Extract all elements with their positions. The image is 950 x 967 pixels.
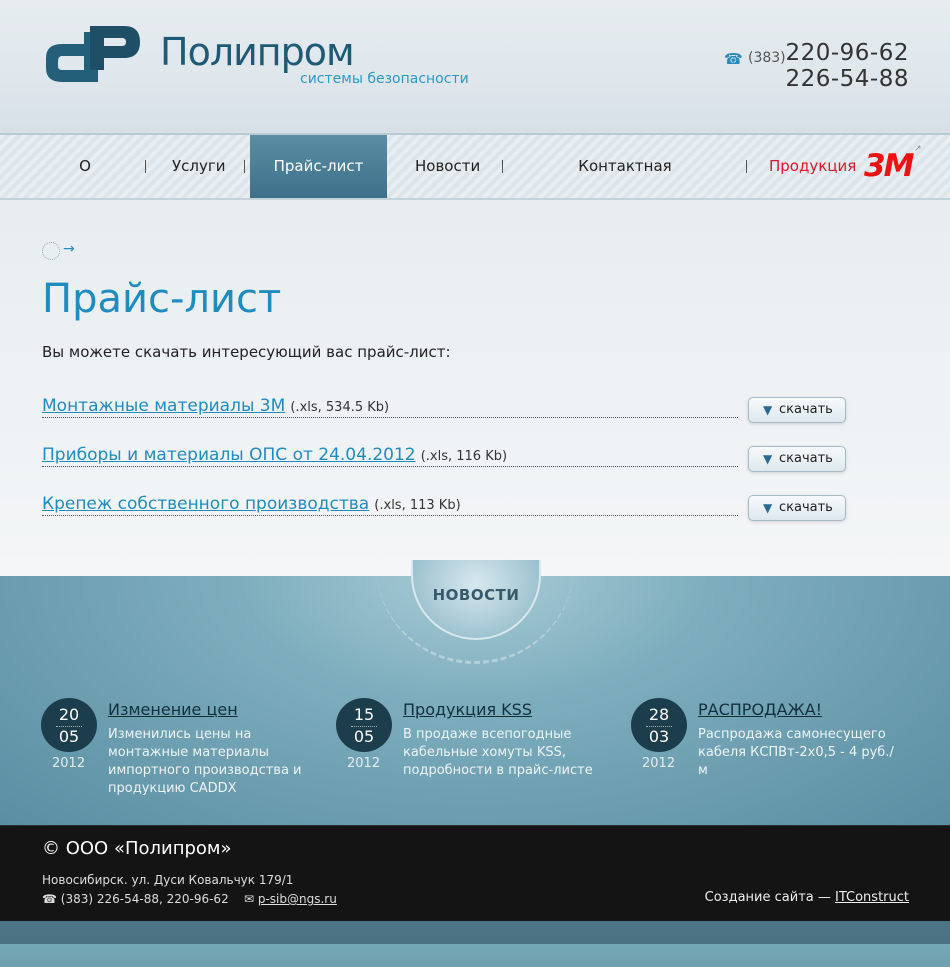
company-logo-icon[interactable]: [44, 24, 142, 84]
price-list-link[interactable]: Крепеж собственного производства: [42, 494, 369, 514]
external-arrow-icon: ↗: [914, 144, 922, 154]
phone-icon: ☎: [42, 892, 57, 906]
home-breadcrumb-icon[interactable]: [42, 242, 60, 260]
intro-text: Вы можете скачать интересующий вас прайс…: [42, 343, 451, 361]
news-date-day: 20: [58, 705, 80, 724]
news-date-month: 03: [646, 726, 672, 746]
news-text: В продаже всепогодные кабельные хомуты K…: [403, 727, 593, 778]
nav-item-news[interactable]: Новости: [415, 135, 480, 198]
news-date-month: 05: [56, 726, 82, 746]
company-tagline: системы безопасности: [300, 71, 469, 87]
news-date: 20 05: [41, 698, 97, 752]
page-title: Прайс-лист: [42, 276, 282, 322]
news-text: Распродажа самонесущего кабеля КСПВт-2х0…: [698, 727, 894, 778]
price-list-row: Приборы и материалы ОПС от 24.04.2012 (.…: [42, 445, 738, 467]
breadcrumb-arrow-icon: →: [63, 241, 75, 257]
main-nav: О компании Услуги Прайс-лист Новости Кон…: [0, 133, 950, 238]
nav-item-about[interactable]: О компании: [42, 135, 128, 238]
news-title[interactable]: Изменение цен: [108, 700, 238, 719]
download-button[interactable]: ▼ скачать: [748, 495, 846, 521]
nav-separator: [746, 160, 747, 173]
price-list-row: Крепеж собственного производства (.xls, …: [42, 494, 738, 516]
price-list-meta: (.xls, 116 Kb): [420, 449, 508, 464]
price-list-link[interactable]: Приборы и материалы ОПС от 24.04.2012: [42, 445, 416, 465]
news-date: 28 03: [631, 698, 687, 752]
download-button[interactable]: ▼ скачать: [748, 397, 846, 423]
news-date-year: 2012: [642, 756, 676, 771]
news-text: Изменились цены на монтажные материалы и…: [108, 727, 302, 796]
download-button[interactable]: ▼ скачать: [748, 446, 846, 472]
credit-link[interactable]: ITConstruct: [835, 890, 909, 905]
footer-contacts: ☎ (383) 226-54-88, 220-96-62 ✉ p-sib@ngs…: [42, 892, 337, 906]
phone-number-1: 220-96-62: [785, 40, 909, 66]
nav-separator: [145, 160, 146, 173]
nav-separator: [502, 160, 503, 173]
news-title[interactable]: РАСПРОДАЖА!: [698, 700, 822, 719]
news-date-month: 05: [351, 726, 377, 746]
price-list-row: Монтажные материалы 3М (.xls, 534.5 Kb): [42, 396, 738, 418]
news-date: 15 05: [336, 698, 392, 752]
phone-number-2: 226-54-88: [785, 66, 909, 92]
price-list-link[interactable]: Монтажные материалы 3М: [42, 396, 285, 416]
footer-email-link[interactable]: p-sib@ngs.ru: [258, 892, 337, 906]
nav-item-products[interactable]: Продукция: [769, 135, 856, 198]
news-date-year: 2012: [347, 756, 381, 771]
nav-item-contacts[interactable]: Контактная информация: [534, 135, 716, 238]
footer-phones: (383) 226-54-88, 220-96-62: [60, 892, 229, 906]
brand-3m-logo[interactable]: 3M: [864, 148, 914, 184]
copyright: © ООО «Полипром»: [42, 838, 232, 859]
nav-separator: [244, 160, 245, 173]
nav-item-services[interactable]: Услуги: [172, 135, 225, 198]
download-arrow-icon: ▼: [763, 501, 773, 515]
price-list-meta: (.xls, 534.5 Kb): [290, 400, 390, 415]
credit-prefix: Создание сайта —: [704, 890, 831, 905]
download-label: скачать: [779, 402, 833, 417]
download-label: скачать: [779, 500, 833, 515]
nav-item-price-list[interactable]: Прайс-лист: [250, 135, 387, 198]
site-credit: Создание сайта — ITConstruct: [705, 890, 909, 905]
phone-icon: ☎: [724, 50, 743, 68]
phone-code: (383): [748, 50, 786, 66]
bottom-strip: [0, 921, 950, 967]
address: Новосибирск. ул. Дуси Ковальчук 179/1: [42, 873, 294, 887]
download-arrow-icon: ▼: [763, 452, 773, 466]
download-label: скачать: [779, 451, 833, 466]
news-title[interactable]: Продукция KSS: [403, 700, 532, 719]
company-name[interactable]: Полипром: [160, 30, 355, 74]
price-list-meta: (.xls, 113 Kb): [374, 498, 461, 513]
news-date-day: 28: [648, 705, 670, 724]
download-arrow-icon: ▼: [763, 403, 773, 417]
mail-icon: ✉: [243, 892, 255, 906]
news-date-day: 15: [353, 705, 375, 724]
news-date-year: 2012: [52, 756, 86, 771]
